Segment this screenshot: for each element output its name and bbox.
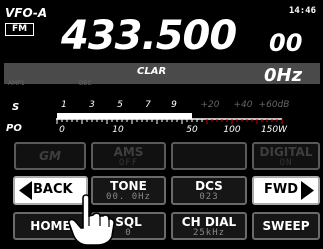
s-scale-label: 3 [89, 100, 95, 110]
s-po-meter: S PO 1 3 5 7 9 +20 +40 +60dB 0 10 50 100 150W [6, 100, 289, 135]
po-scale-label: 150W [261, 125, 288, 135]
dcs-button[interactable]: DCS 023 [171, 176, 247, 205]
mode-badge[interactable]: FM [5, 23, 34, 36]
gm-label: GM [39, 149, 61, 163]
digital-label: DIGITAL [259, 145, 313, 159]
vfo-label[interactable]: VFO-A [5, 6, 47, 20]
po-scale-label: 50 [186, 125, 198, 135]
sweep-button[interactable]: SWEEP [252, 212, 320, 240]
ams-label: AMS [113, 145, 144, 159]
frequency-small-digits: 00 [269, 29, 303, 57]
meter-level-bar [57, 113, 192, 119]
sweep-label: SWEEP [262, 219, 310, 233]
ams-value: OFF [118, 158, 139, 168]
fwd-label: FWD [264, 182, 299, 197]
ch-dial-button[interactable]: CH DIAL 25kHz [171, 212, 247, 240]
s-scale-label: 7 [145, 100, 151, 110]
fwd-button[interactable]: FWD [252, 176, 320, 205]
gm-button[interactable]: GM [14, 142, 86, 170]
s-scale-label: 9 [171, 100, 177, 110]
po-scale-label: 100 [223, 125, 240, 135]
digital-button[interactable]: DIGITAL ON [252, 142, 320, 170]
ch-dial-label: CH DIAL [181, 215, 237, 229]
po-scale: 0 10 50 100 150W [59, 125, 288, 135]
amp-label: AMP1 [8, 80, 25, 87]
ams-button[interactable]: AMS OFF [91, 142, 166, 170]
po-scale-label: 10 [112, 125, 124, 135]
po-label: PO [6, 123, 22, 134]
digital-value: ON [279, 158, 293, 168]
s-scale-label: +60dB [259, 100, 290, 110]
s-scale-label: 5 [117, 100, 123, 110]
dcs-label: DCS [195, 179, 223, 193]
pointing-hand-icon [68, 194, 115, 246]
frequency-display[interactable]: 433.500 [61, 12, 237, 60]
s-label: S [12, 102, 19, 113]
clar-value: 0Hz [264, 65, 303, 86]
po-scale-label: 0 [59, 125, 65, 135]
s-scale-label: 1 [61, 100, 67, 110]
clar-label: CLAR [137, 66, 167, 77]
s-scale: 1 3 5 7 9 +20 +40 +60dB [61, 100, 289, 110]
s-scale-label: +40 [234, 100, 253, 110]
dcs-value: 023 [199, 192, 219, 202]
radio-screen: VFO-A FM 14:46 433.500 00 AMP1 DEC CLAR … [0, 0, 323, 249]
s-scale-label: +20 [201, 100, 220, 110]
ch-dial-value: 25kHz [192, 228, 226, 238]
blank-button[interactable] [171, 142, 247, 170]
dec-label: DEC [79, 80, 92, 87]
clock: 14:46 [288, 6, 316, 16]
